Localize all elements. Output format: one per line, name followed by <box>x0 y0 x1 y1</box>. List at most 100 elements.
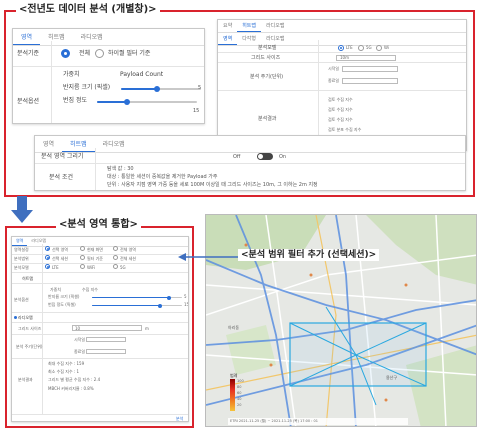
condition-line: 단위 : 사용자 지점 영역 가중 등을 세로 100M 이상일 때 그리드 사… <box>107 182 318 188</box>
analyze-button[interactable]: 분석 <box>176 416 183 421</box>
tab-radiomap[interactable]: 라디오맵 <box>27 237 50 246</box>
filter-radio[interactable] <box>95 49 104 58</box>
period-label: 분석 주기(단위) <box>250 74 284 80</box>
blur-slider[interactable] <box>97 99 197 105</box>
grid-size-value: 10m <box>340 55 349 60</box>
blur-label: 번짐 정도 (픽셀) <box>48 302 76 307</box>
grid-size-input[interactable] <box>72 325 142 331</box>
poi-marker <box>244 243 248 247</box>
payload-count: Payload Count <box>120 71 164 78</box>
5g-radio[interactable] <box>113 264 118 269</box>
radiomap-bullet-icon <box>14 316 17 319</box>
blur-slider-knob[interactable] <box>157 303 162 308</box>
row-divider <box>12 254 188 255</box>
period-label: 분석 주기(단위) <box>16 344 43 349</box>
condition-label: 분석 조건 <box>49 174 73 181</box>
grid-size-label: 그리드 사이즈 <box>18 326 42 331</box>
legend-color-bar <box>230 379 235 411</box>
radius-slider-fill <box>92 297 169 298</box>
tab-radiomap[interactable]: 라디오맵 <box>95 136 133 152</box>
selected-session-radio[interactable] <box>45 255 50 260</box>
annotation-arrow-icon <box>178 253 238 261</box>
row-divider <box>35 163 465 164</box>
radius-slider[interactable] <box>92 295 182 300</box>
start-date-input[interactable] <box>342 66 398 72</box>
blur-value: 15 <box>193 108 200 114</box>
radius-label: 반지름 크기 (픽셀) <box>48 294 80 299</box>
subtab-radiomap[interactable]: 라디오맵 <box>261 33 289 45</box>
legend-value: 60 <box>237 391 242 395</box>
subtab-polygon[interactable]: 다각형 <box>237 33 261 45</box>
map-legend: 범례 100 80 60 40 20 <box>230 373 252 413</box>
result-line: 최소 수집 지수 : 1 <box>48 369 80 374</box>
map-place-label: 용산구 <box>386 375 398 380</box>
label-divider <box>42 244 43 414</box>
tab-radiomap[interactable]: 라디오맵 <box>73 29 111 45</box>
result-line: 검토 수집 지수 <box>328 107 353 112</box>
5g-label: 5G <box>120 265 126 270</box>
tab-summary[interactable]: 요약 <box>218 20 237 32</box>
lte-label: LTE <box>52 265 59 270</box>
tab-heatmap[interactable]: 히트맵 <box>62 136 95 152</box>
row-divider <box>12 312 188 313</box>
selected-area-radio[interactable] <box>45 246 50 251</box>
grid-size-unit: m <box>145 326 149 331</box>
5g-radio[interactable] <box>358 45 364 51</box>
radius-slider[interactable] <box>121 86 201 92</box>
whole-area-radio[interactable] <box>113 246 118 251</box>
wifi-radio[interactable] <box>80 264 85 269</box>
right-annotation: <분석 범위 필터 추가 (선택세션)> <box>238 249 380 261</box>
lte-radio[interactable] <box>45 264 50 269</box>
map-footer: ETRI 2021-11-25 (월) ~ 2021-11-25 (목) 17:… <box>228 418 408 425</box>
label-divider <box>51 41 52 123</box>
radius-slider-fill <box>121 88 157 90</box>
all-session-radio[interactable] <box>113 255 118 260</box>
tab-area[interactable]: 영역 <box>13 29 41 45</box>
radius-slider-knob[interactable] <box>154 86 160 92</box>
main-road <box>315 215 337 426</box>
tab-heatmap[interactable]: 히트맵 <box>237 20 262 32</box>
panel-a-tabs: 영역 히트맵 라디오맵 <box>13 29 204 46</box>
all-radio[interactable] <box>61 49 70 58</box>
result-line: 그리드 별 평균 수집 지수 : 2.4 <box>48 377 101 382</box>
wifi-label: WiFi <box>87 265 96 270</box>
lte-radio[interactable] <box>338 45 344 51</box>
radius-slider-knob[interactable] <box>166 295 171 300</box>
blur-label: 번짐 정도 <box>63 97 87 104</box>
tab-area[interactable]: 영역 <box>35 136 62 152</box>
radius-label: 반지름 크기 (픽셀) <box>63 84 111 91</box>
selected-area-label: 선택 영역 <box>52 247 68 252</box>
filter-radio-label: 하이퀄 필터 기준 <box>108 50 151 57</box>
end-date-input[interactable] <box>342 78 398 84</box>
row-divider <box>12 263 188 264</box>
filter-radio[interactable] <box>80 255 85 260</box>
panel-b-tabs: 요약 히트맵 라디오맵 <box>218 20 466 33</box>
condition-line: 대상 : 통일한 세션이 중복값을 제거한 Payload 가주 <box>107 174 218 180</box>
subtab-area[interactable]: 영역 <box>218 33 238 45</box>
screen-area-radio[interactable] <box>80 246 85 251</box>
row-divider <box>12 322 188 323</box>
row-divider <box>13 66 204 67</box>
tab-radiomap[interactable]: 라디오맵 <box>261 20 289 32</box>
row-divider <box>12 283 188 284</box>
end-date-input[interactable] <box>86 349 126 354</box>
weight-header: 가중치 <box>63 71 80 78</box>
map-view[interactable]: 아리동 용산구 서교동 범례 100 80 60 40 20 ETRI 2021… <box>205 214 477 427</box>
legend-value: 20 <box>237 403 242 407</box>
wifi-radio[interactable] <box>376 45 382 51</box>
tab-area[interactable]: 영역 <box>12 237 28 246</box>
street <box>355 215 377 426</box>
heatmap-settings-panel: 영역 히트맵 라디오맵 분석기준 전체 하이퀄 필터 기준 분석옵션 가중치 P… <box>12 28 205 124</box>
start-date-label: 시작일 <box>74 337 86 342</box>
blur-value: 15 <box>184 302 189 307</box>
draw-area-toggle[interactable] <box>257 153 273 160</box>
row-divider <box>218 62 466 63</box>
tab-heatmap[interactable]: 히트맵 <box>40 29 73 45</box>
heatmap-header: 히트맵 <box>22 276 34 281</box>
label-divider <box>95 148 96 190</box>
legend-value: 100 <box>237 379 244 383</box>
blur-slider-knob[interactable] <box>124 99 130 105</box>
start-date-input[interactable] <box>86 337 126 342</box>
blur-slider[interactable] <box>92 303 182 308</box>
integrated-analysis-panel: 영역 라디오맵 영역설정 선택 영역 현재 화면 전체 영역 분석범위 선택 세… <box>11 236 189 422</box>
